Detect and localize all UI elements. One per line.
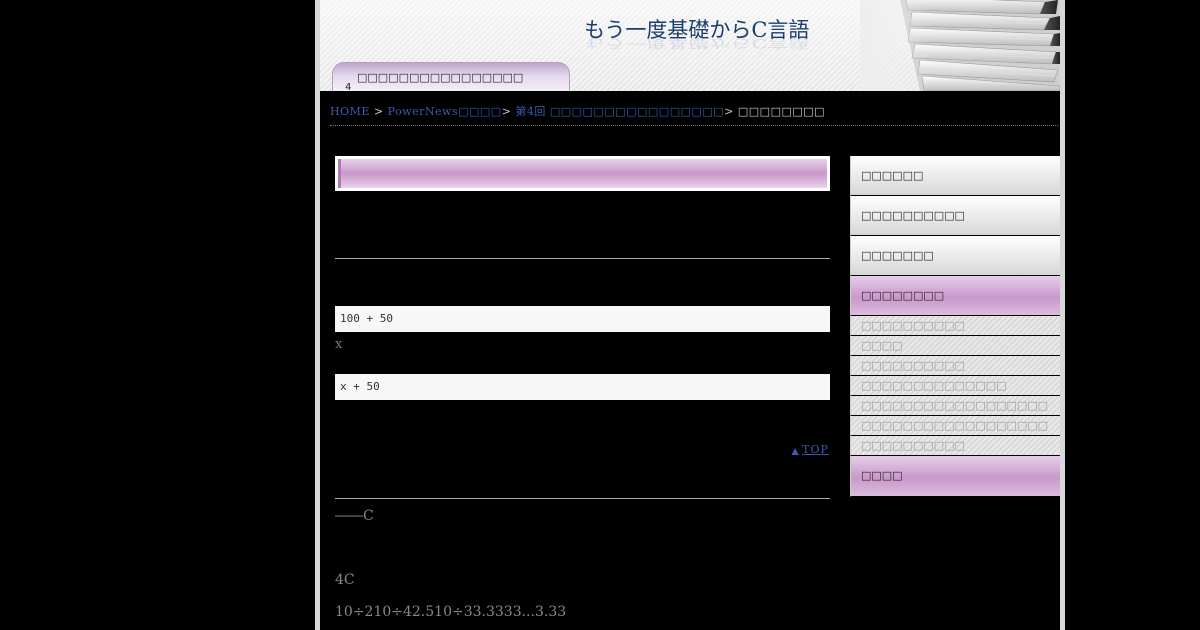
site-header: もう一度基礎からC言語 もう一度基礎からC言語 □□□□□□□□□□□□□□□□… bbox=[320, 0, 1060, 91]
sidebar-item[interactable]: □□□□□□□ bbox=[850, 236, 1060, 276]
breadcrumb-separator: > bbox=[501, 105, 512, 118]
up-arrow-icon: ▲ bbox=[792, 446, 800, 455]
header-tab[interactable]: □□□□□□□□□□□□□□□□ 4 bbox=[332, 62, 570, 91]
breadcrumb: HOME > PowerNews□□□□> 第4回 □□□□□□□□□□□□□□… bbox=[330, 103, 825, 119]
breadcrumb-separator: > bbox=[724, 105, 734, 118]
breadcrumb-link-powernews[interactable]: PowerNews□□□□ bbox=[388, 105, 502, 118]
sidebar-subitem[interactable]: □□□□ bbox=[850, 336, 1060, 356]
page-border-right bbox=[1060, 0, 1065, 630]
content-divider bbox=[335, 258, 830, 259]
site-title[interactable]: もう一度基礎からC言語 bbox=[584, 14, 809, 44]
content-divider bbox=[335, 498, 830, 499]
books-illustration bbox=[860, 0, 1060, 91]
sidebar-subitem[interactable]: □□□□□□□□□□□□□□□□□□ bbox=[850, 396, 1060, 416]
body-text-x: x bbox=[335, 337, 343, 352]
back-to-top-label: TOP bbox=[802, 443, 829, 456]
code-example-2: x + 50 bbox=[335, 374, 830, 400]
breadcrumb-separator: > bbox=[373, 105, 384, 118]
body-text: ――C bbox=[335, 508, 374, 524]
body-text: 4C bbox=[335, 572, 355, 588]
sidebar-item-active[interactable]: □□□□ bbox=[850, 456, 1060, 497]
sidebar-item[interactable]: □□□□□□ bbox=[850, 156, 1060, 196]
breadcrumb-divider bbox=[330, 125, 1058, 126]
sidebar-subitem[interactable]: □□□□□□□□□□□□□□□□□□ bbox=[850, 416, 1060, 436]
sidebar-item[interactable]: □□□□□□□□□□ bbox=[850, 196, 1060, 236]
breadcrumb-home-link[interactable]: HOME bbox=[330, 105, 370, 118]
header-tab-number: 4 bbox=[345, 82, 352, 91]
sidebar-nav: □□□□□□ □□□□□□□□□□ □□□□□□□ □□□□□□□□ □□□□□… bbox=[850, 156, 1060, 497]
sidebar-item-active[interactable]: □□□□□□□□ bbox=[850, 276, 1060, 316]
sidebar-subitem[interactable]: □□□□□□□□□□ bbox=[850, 356, 1060, 376]
sidebar-subitem[interactable]: □□□□□□□□□□□□□□ bbox=[850, 376, 1060, 396]
code-example-1: 100 + 50 bbox=[335, 306, 830, 332]
sidebar-subitem[interactable]: □□□□□□□□□□ bbox=[850, 316, 1060, 336]
section-heading-bar bbox=[335, 156, 830, 191]
header-tab-label: □□□□□□□□□□□□□□□□ bbox=[357, 71, 524, 84]
back-to-top-link[interactable]: ▲ TOP bbox=[792, 443, 829, 456]
breadcrumb-link-chapter[interactable]: 第4回 □□□□□□□□□□□□□□□□ bbox=[515, 105, 724, 118]
body-text: 10÷210÷42.510÷33.3333...3.33 bbox=[335, 604, 567, 620]
breadcrumb-current: □□□□□□□□ bbox=[737, 105, 826, 118]
page-border-left bbox=[315, 0, 320, 630]
sidebar-subitem[interactable]: □□□□□□□□□□ bbox=[850, 436, 1060, 456]
